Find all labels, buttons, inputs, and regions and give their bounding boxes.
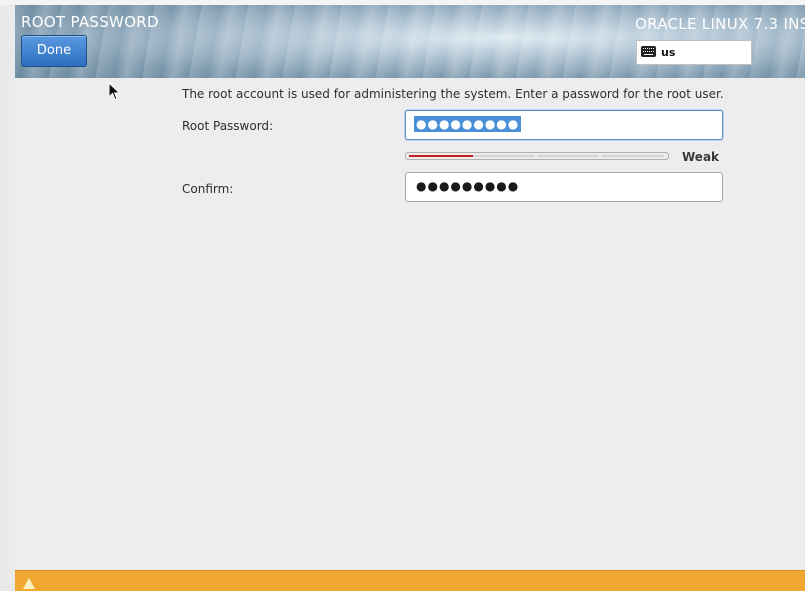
strength-segment xyxy=(601,155,664,157)
strength-fill xyxy=(409,155,473,157)
strength-segment xyxy=(473,155,535,157)
keyboard-layout-label: us xyxy=(661,46,676,59)
strength-segment xyxy=(537,155,599,157)
spoke-header: ROOT PASSWORD Done ORACLE LINUX 7.3 INST… xyxy=(15,5,805,78)
mouse-pointer-icon xyxy=(108,82,121,101)
root-password-label: Root Password: xyxy=(182,119,274,133)
keyboard-layout-indicator[interactable]: us xyxy=(636,40,752,65)
confirm-label: Confirm: xyxy=(182,182,234,196)
warning-bar[interactable] xyxy=(15,570,805,591)
root-password-spoke: ROOT PASSWORD Done ORACLE LINUX 7.3 INST… xyxy=(15,5,805,591)
confirm-password-value: ●●●●●●●●● xyxy=(416,179,520,193)
warning-icon xyxy=(23,578,35,589)
strength-label: Weak xyxy=(682,150,720,164)
keyboard-icon xyxy=(641,46,656,57)
spoke-title: ROOT PASSWORD xyxy=(21,13,159,31)
done-button[interactable]: Done xyxy=(21,35,87,67)
product-title: ORACLE LINUX 7.3 INST xyxy=(635,15,805,33)
password-strength-meter xyxy=(405,152,669,160)
root-password-value: ●●●●●●●●● xyxy=(414,116,522,132)
instruction-text: The root account is used for administeri… xyxy=(182,87,724,101)
confirm-password-input[interactable]: ●●●●●●●●● xyxy=(405,172,723,202)
left-gutter xyxy=(0,5,16,585)
root-password-input[interactable]: ●●●●●●●●● xyxy=(405,110,723,140)
